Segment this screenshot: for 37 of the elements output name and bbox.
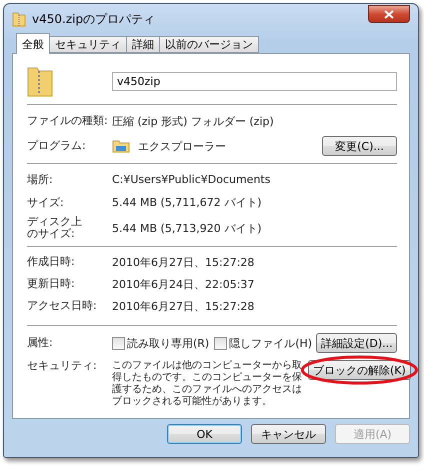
field-label: サイズ:	[27, 196, 65, 208]
tab[interactable]: 詳細	[126, 36, 160, 53]
field-label: 作成日時:	[27, 256, 76, 268]
unblock-button[interactable]: ブロックの解除(K)	[308, 360, 411, 380]
zip-folder-icon	[27, 65, 53, 97]
close-button[interactable]	[368, 5, 410, 23]
field-value: エクスプローラー	[138, 138, 226, 154]
field-label: アクセス日時:	[27, 300, 98, 312]
name-field[interactable]: v450zip	[112, 72, 397, 90]
field-label: セキュリティ:	[27, 360, 98, 372]
field-label: ディスク上のサイズ:	[27, 216, 83, 240]
field-label: プログラム:	[27, 140, 87, 152]
field-value: 2010年6月27日、15:27:28	[112, 298, 256, 314]
dialog-button[interactable]: OK	[167, 424, 242, 444]
field-value: 圧縮 (zip 形式) フォルダー (zip)	[112, 114, 275, 128]
zip-folder-icon	[12, 11, 26, 27]
tab[interactable]: 以前のバージョン	[159, 36, 259, 53]
field-label: 属性:	[27, 337, 54, 349]
attribute-checkbox[interactable]: 隠しファイル(H)	[214, 336, 312, 350]
field-label: 場所:	[27, 174, 54, 186]
field-label: 更新日時:	[27, 278, 76, 290]
advanced-button[interactable]: 詳細設定(D)...	[316, 333, 397, 353]
field-label: ファイルの種類:	[27, 115, 109, 127]
field-value: C:¥Users¥Public¥Documents	[112, 173, 272, 186]
field-value: 2010年6月27日、15:27:28	[112, 254, 256, 270]
attribute-checkbox[interactable]: 読み取り専用(R)	[112, 336, 210, 350]
window-title: v450.zipのプロパティ	[32, 10, 156, 28]
close-icon	[384, 10, 394, 18]
tab[interactable]: 全般	[16, 33, 50, 54]
dialog-button[interactable]: キャンセル	[251, 424, 326, 444]
field-value: 2010年6月24日、22:05:37	[112, 276, 256, 292]
tab[interactable]: セキュリティ	[49, 36, 127, 53]
change-button[interactable]: 変更(C)...	[322, 136, 397, 156]
folder-icon	[112, 139, 130, 153]
field-value: 5.44 MB (5,713,920 バイト)	[112, 220, 263, 236]
field-value: 5.44 MB (5,711,672 バイト)	[112, 195, 263, 210]
security-message: このファイルは他のコンピューターから取得したものです。このコンピューターを保護するため、このファイルへのアクセスはブロックされる可能性があります。	[112, 360, 303, 408]
